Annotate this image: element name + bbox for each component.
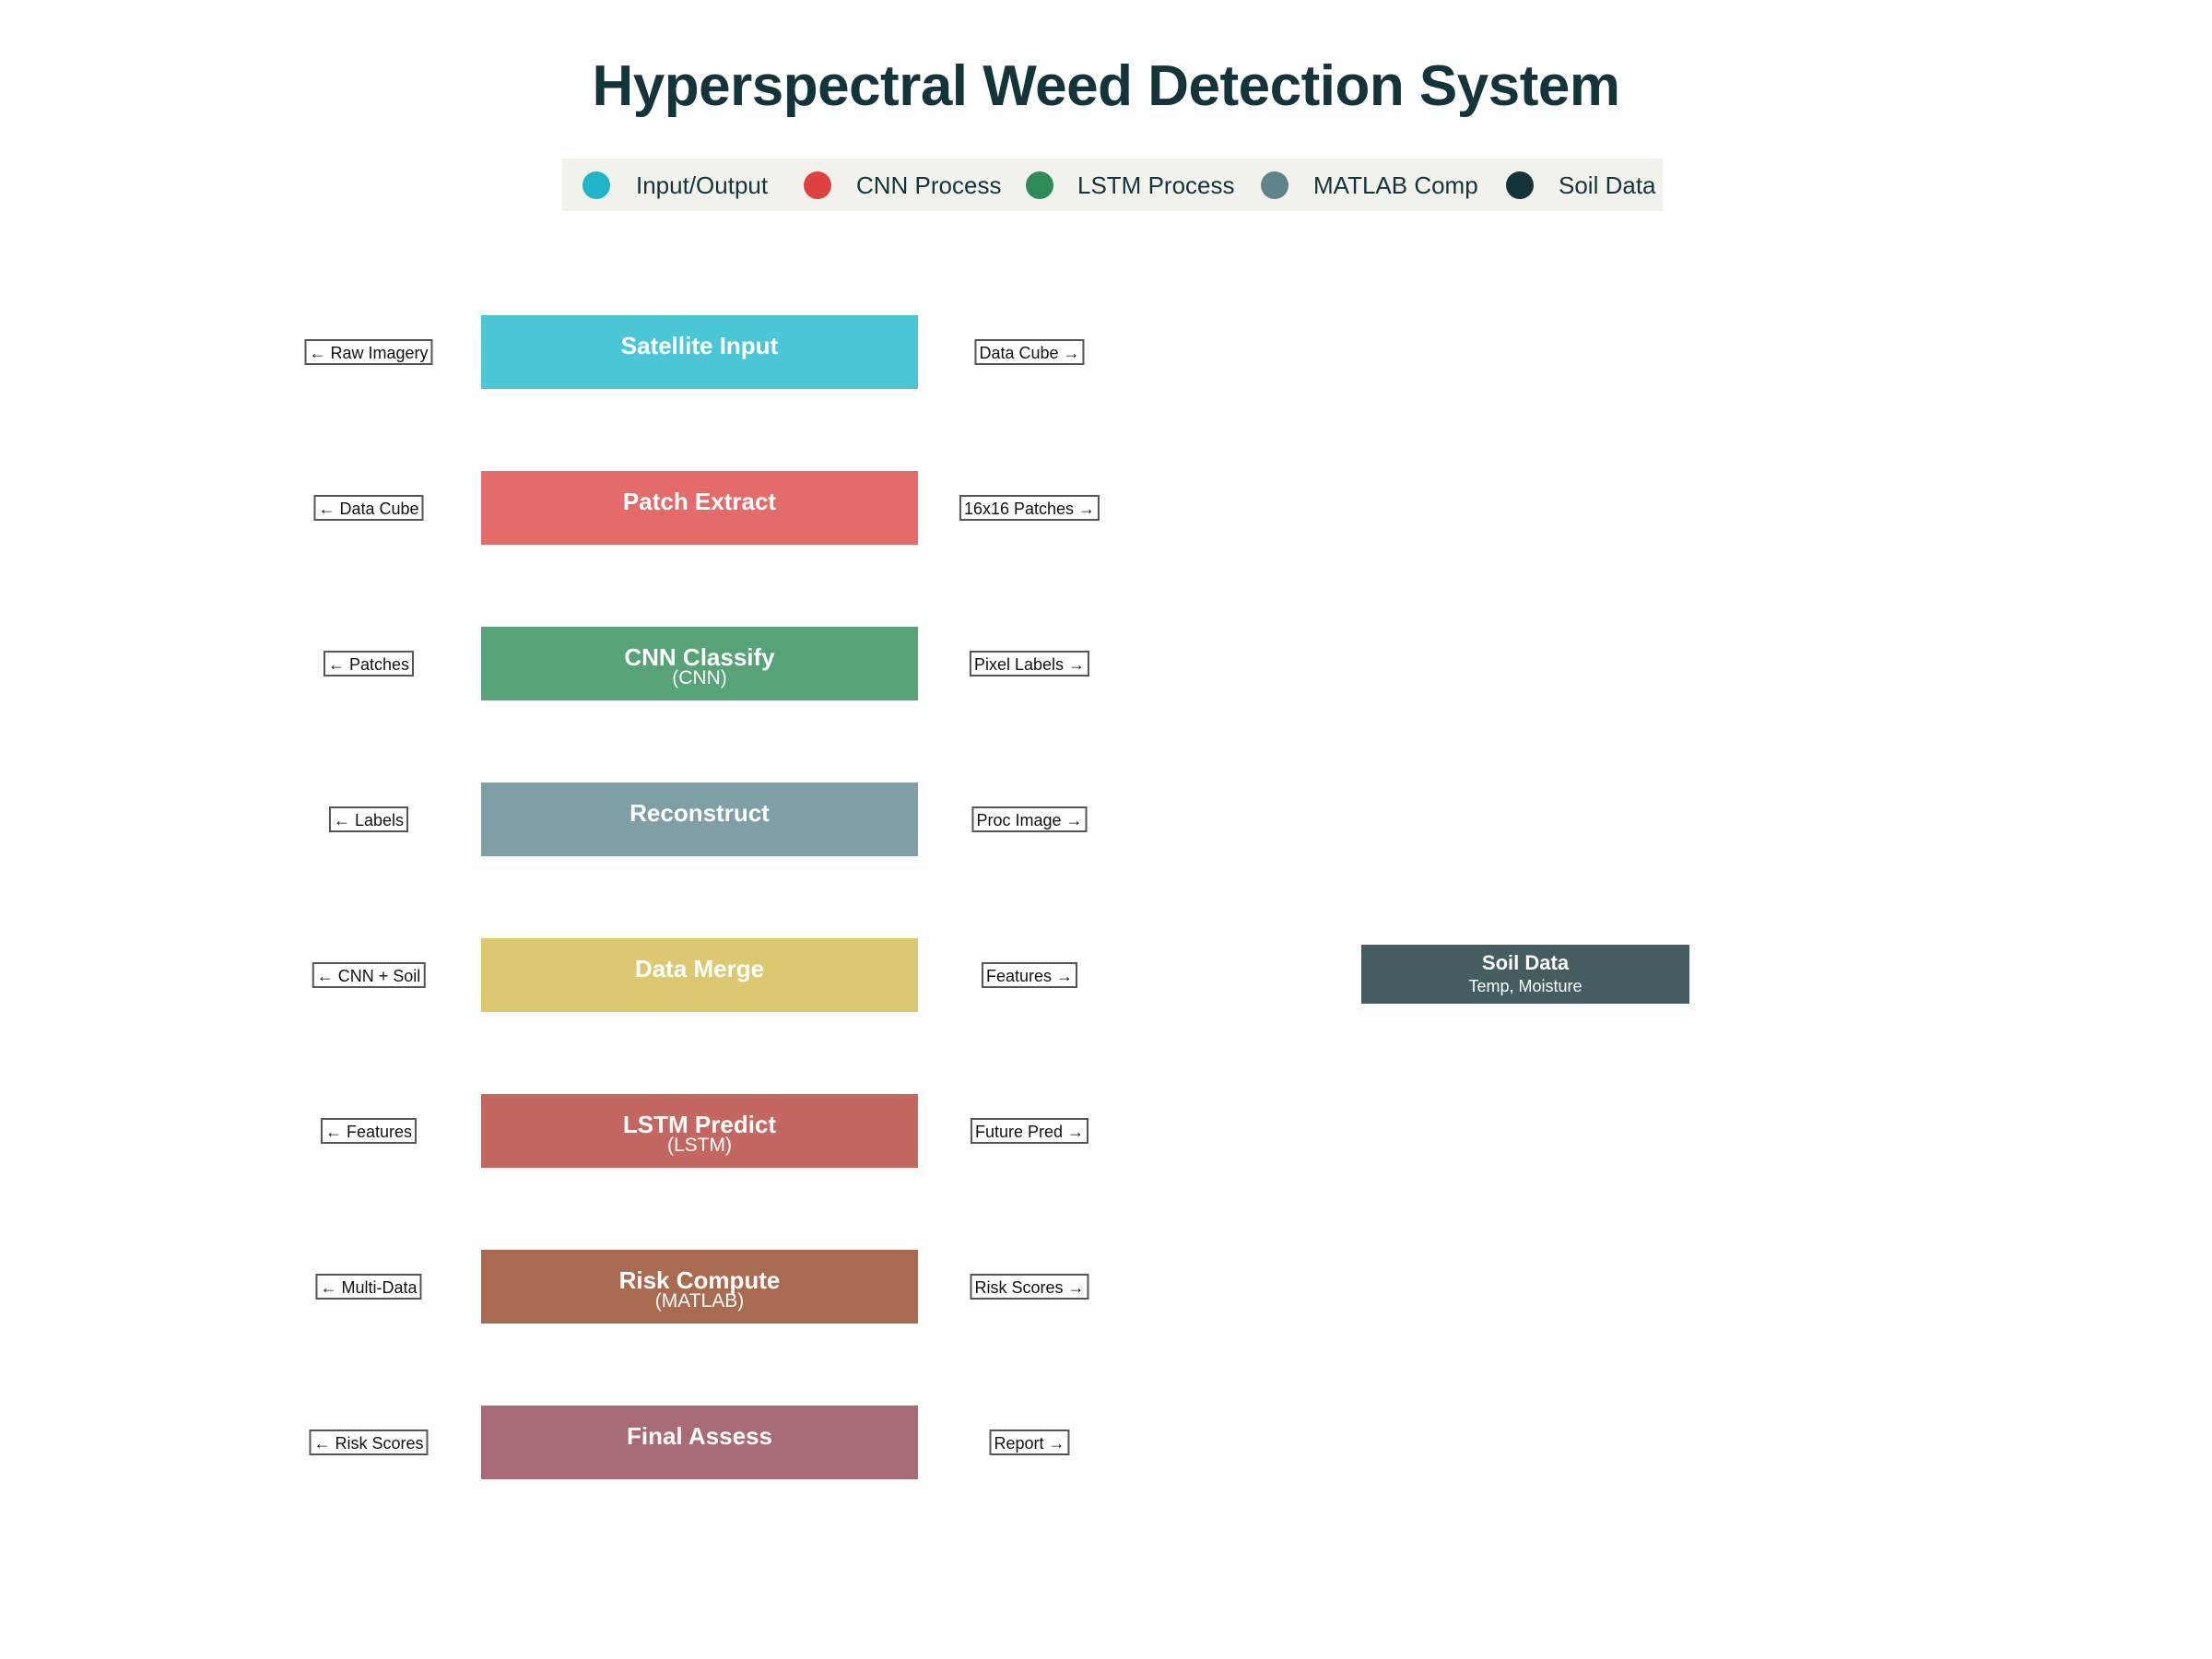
output-tag: Data Cube → [974, 339, 1085, 365]
legend-label: LSTM Process [1077, 171, 1235, 199]
legend-label: CNN Process [856, 171, 1002, 199]
input-tag: ← Features [320, 1118, 418, 1144]
legend: Input/Output CNN Process LSTM Process MA… [562, 159, 1663, 211]
step-subtitle: (CNN) [672, 667, 727, 688]
input-tag: ← CNN + Soil [312, 962, 426, 988]
step-subtitle: (LSTM) [667, 1135, 732, 1156]
legend-swatch-input-output [582, 171, 610, 199]
output-tag: Future Pred → [970, 1118, 1089, 1144]
step-box-patch-extract: Patch Extract [481, 471, 918, 545]
step-box-data-merge: Data Merge [481, 938, 918, 1012]
legend-label: MATLAB Comp [1313, 171, 1478, 199]
step-name: Satellite Input [620, 332, 779, 359]
step-subtitle: (MATLAB) [654, 1290, 745, 1312]
output-tag: Proc Image → [971, 806, 1088, 832]
input-tag: ← Raw Imagery [304, 339, 433, 365]
output-tag: Pixel Labels → [969, 651, 1090, 677]
output-tag: Report → [989, 1430, 1070, 1455]
diagram-title: Hyperspectral Weed Detection System [592, 54, 1621, 118]
step-name: Data Merge [634, 955, 765, 982]
input-tag: ← Data Cube [313, 495, 424, 521]
input-tag: ← Labels [328, 806, 409, 832]
step-name: Final Assess [626, 1422, 772, 1450]
input-tag: ← Risk Scores [309, 1430, 429, 1455]
input-tag: ← Multi-Data [315, 1274, 422, 1300]
soil-data-subtitle: Temp, Moisture [1468, 977, 1583, 995]
step-box-final-assess: Final Assess [481, 1406, 918, 1479]
step-name: Patch Extract [622, 488, 777, 515]
legend-swatch-lstm-process [1026, 171, 1053, 199]
step-box-risk-compute: Risk Compute (MATLAB) [481, 1250, 918, 1324]
step-box-reconstruct: Reconstruct [481, 782, 918, 856]
soil-data-title: Soil Data [1481, 951, 1570, 974]
legend-label: Input/Output [636, 171, 769, 199]
step-box-cnn-classify: CNN Classify (CNN) [481, 627, 918, 700]
step-box-lstm-predict: LSTM Predict (LSTM) [481, 1094, 918, 1168]
step-box-satellite-input: Satellite Input [481, 315, 918, 389]
legend-label: Soil Data [1559, 171, 1656, 199]
input-tag: ← Patches [323, 651, 415, 677]
legend-swatch-cnn-process [804, 171, 831, 199]
soil-data-box: Soil Data Temp, Moisture [1361, 945, 1689, 1004]
output-tag: Features → [981, 962, 1078, 988]
legend-swatch-matlab-comp [1261, 171, 1288, 199]
output-tag: 16x16 Patches → [959, 495, 1100, 521]
legend-swatch-soil-data [1506, 171, 1534, 199]
output-tag: Risk Scores → [970, 1274, 1089, 1300]
step-name: Reconstruct [629, 799, 770, 827]
